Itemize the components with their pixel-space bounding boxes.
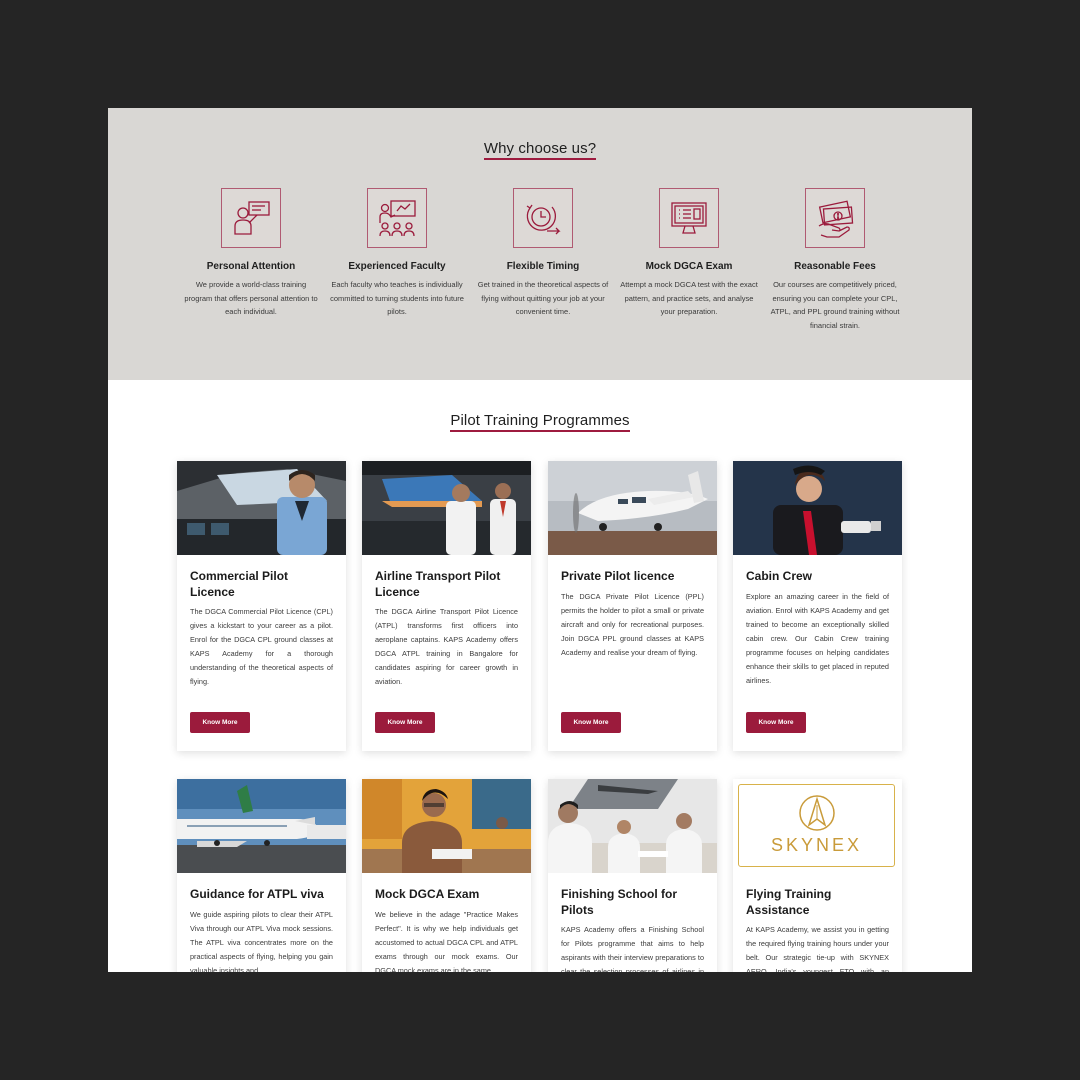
- card-image-pilots-classroom: [548, 779, 717, 873]
- feature-desc: We provide a world-class training progra…: [184, 280, 318, 316]
- clock-arrow-icon: [513, 188, 573, 248]
- feature-desc: Get trained in the theoretical aspects o…: [477, 280, 609, 316]
- card-title: Private Pilot licence: [561, 569, 675, 583]
- card-title: Guidance for ATPL viva: [190, 887, 324, 901]
- card-title: Airline Transport Pilot Licence: [375, 569, 501, 599]
- why-title: Why choose us?: [108, 140, 972, 160]
- card-image-small-aircraft: [548, 461, 717, 555]
- classroom-teacher-icon: [367, 188, 427, 248]
- feature-flexible-timing: Flexible Timing Get trained in the theor…: [473, 188, 613, 319]
- feature-experienced-faculty: Experienced Faculty Each faculty who tea…: [327, 188, 467, 319]
- card-body: Guidance for ATPL viva We guide aspiring…: [177, 873, 346, 972]
- card-body: Airline Transport Pilot Licence The DGCA…: [362, 555, 531, 689]
- card-body: Private Pilot licence The DGCA Private P…: [548, 555, 717, 660]
- card-body: Mock DGCA Exam We believe in the adage "…: [362, 873, 531, 972]
- know-more-button[interactable]: Know More: [375, 712, 435, 733]
- card-image-two-pilots: [362, 461, 531, 555]
- card-title: Cabin Crew: [746, 569, 813, 583]
- know-more-button[interactable]: Know More: [746, 712, 806, 733]
- feature-personal-attention: Personal Attention We provide a world-cl…: [181, 188, 321, 319]
- programme-card-flying-assistance: SKYNEX Flying Training Assistance At KAP…: [733, 779, 902, 972]
- skynex-logo: SKYNEX: [738, 784, 895, 867]
- card-title: Commercial Pilot Licence: [190, 569, 289, 599]
- features-row: Personal Attention We provide a world-cl…: [181, 188, 911, 358]
- monitor-test-icon: [659, 188, 719, 248]
- card-image-student-exam: [362, 779, 531, 873]
- feature-desc: Our courses are competitively priced, en…: [770, 280, 900, 330]
- card-body: Finishing School for Pilots KAPS Academy…: [548, 873, 717, 972]
- card-title: Mock DGCA Exam: [375, 887, 480, 901]
- card-desc: The DGCA Airline Transport Pilot Licence…: [375, 607, 518, 686]
- programme-card-finishing-school: Finishing School for Pilots KAPS Academy…: [548, 779, 717, 972]
- feature-reasonable-fees: Reasonable Fees Our courses are competit…: [765, 188, 905, 332]
- feature-title: Reasonable Fees: [794, 261, 876, 272]
- programme-card-cabin-crew: Cabin Crew Explore an amazing career in …: [733, 461, 902, 751]
- money-hand-icon: [805, 188, 865, 248]
- instructor-board-icon: [221, 188, 281, 248]
- card-title: Flying Training Assistance: [746, 887, 832, 917]
- skynex-emblem-icon: [799, 795, 835, 831]
- feature-mock-dgca-exam: Mock DGCA Exam Attempt a mock DGCA test …: [619, 188, 759, 319]
- card-image-pilot-cockpit: [177, 461, 346, 555]
- card-image-cabin-crew: [733, 461, 902, 555]
- card-desc: We guide aspiring pilots to clear their …: [190, 909, 333, 973]
- feature-title: Mock DGCA Exam: [645, 261, 733, 272]
- card-body: Flying Training Assistance At KAPS Acade…: [733, 873, 902, 972]
- card-desc: We believe in the adage "Practice Makes …: [375, 909, 518, 973]
- feature-desc: Attempt a mock DGCA test with the exact …: [620, 280, 758, 316]
- card-desc: Explore an amazing career in the field o…: [746, 591, 889, 685]
- programme-card-atpl: Airline Transport Pilot Licence The DGCA…: [362, 461, 531, 751]
- know-more-button[interactable]: Know More: [561, 712, 621, 733]
- feature-title: Personal Attention: [206, 261, 296, 272]
- skynex-logo-text: SKYNEX: [770, 835, 863, 855]
- programme-card-cpl: Commercial Pilot Licence The DGCA Commer…: [177, 461, 346, 751]
- programmes-title: Pilot Training Programmes: [108, 412, 972, 432]
- card-image-skynex: SKYNEX: [733, 779, 902, 873]
- feature-desc: Each faculty who teaches is individually…: [330, 280, 464, 316]
- programme-card-mock-dgca: Mock DGCA Exam We believe in the adage "…: [362, 779, 531, 972]
- card-image-airliners: [177, 779, 346, 873]
- card-desc: KAPS Academy offers a Finishing School f…: [561, 925, 704, 972]
- why-choose-us-section: Why choose us? Personal Attention We pro…: [108, 108, 972, 380]
- programme-card-ppl: Private Pilot licence The DGCA Private P…: [548, 461, 717, 751]
- know-more-button[interactable]: Know More: [190, 712, 250, 733]
- card-title: Finishing School for Pilots: [561, 887, 677, 917]
- card-desc: At KAPS Academy, we assist you in gettin…: [746, 925, 889, 972]
- card-body: Cabin Crew Explore an amazing career in …: [733, 555, 902, 688]
- programme-card-atpl-viva: Guidance for ATPL viva We guide aspiring…: [177, 779, 346, 972]
- feature-title: Experienced Faculty: [348, 261, 446, 272]
- card-body: Commercial Pilot Licence The DGCA Commer…: [177, 555, 346, 689]
- card-desc: The DGCA Private Pilot Licence (PPL) per…: [561, 591, 704, 657]
- page-frame: Why choose us? Personal Attention We pro…: [108, 108, 972, 972]
- card-desc: The DGCA Commercial Pilot Licence (CPL) …: [190, 607, 333, 686]
- feature-title: Flexible Timing: [506, 261, 580, 272]
